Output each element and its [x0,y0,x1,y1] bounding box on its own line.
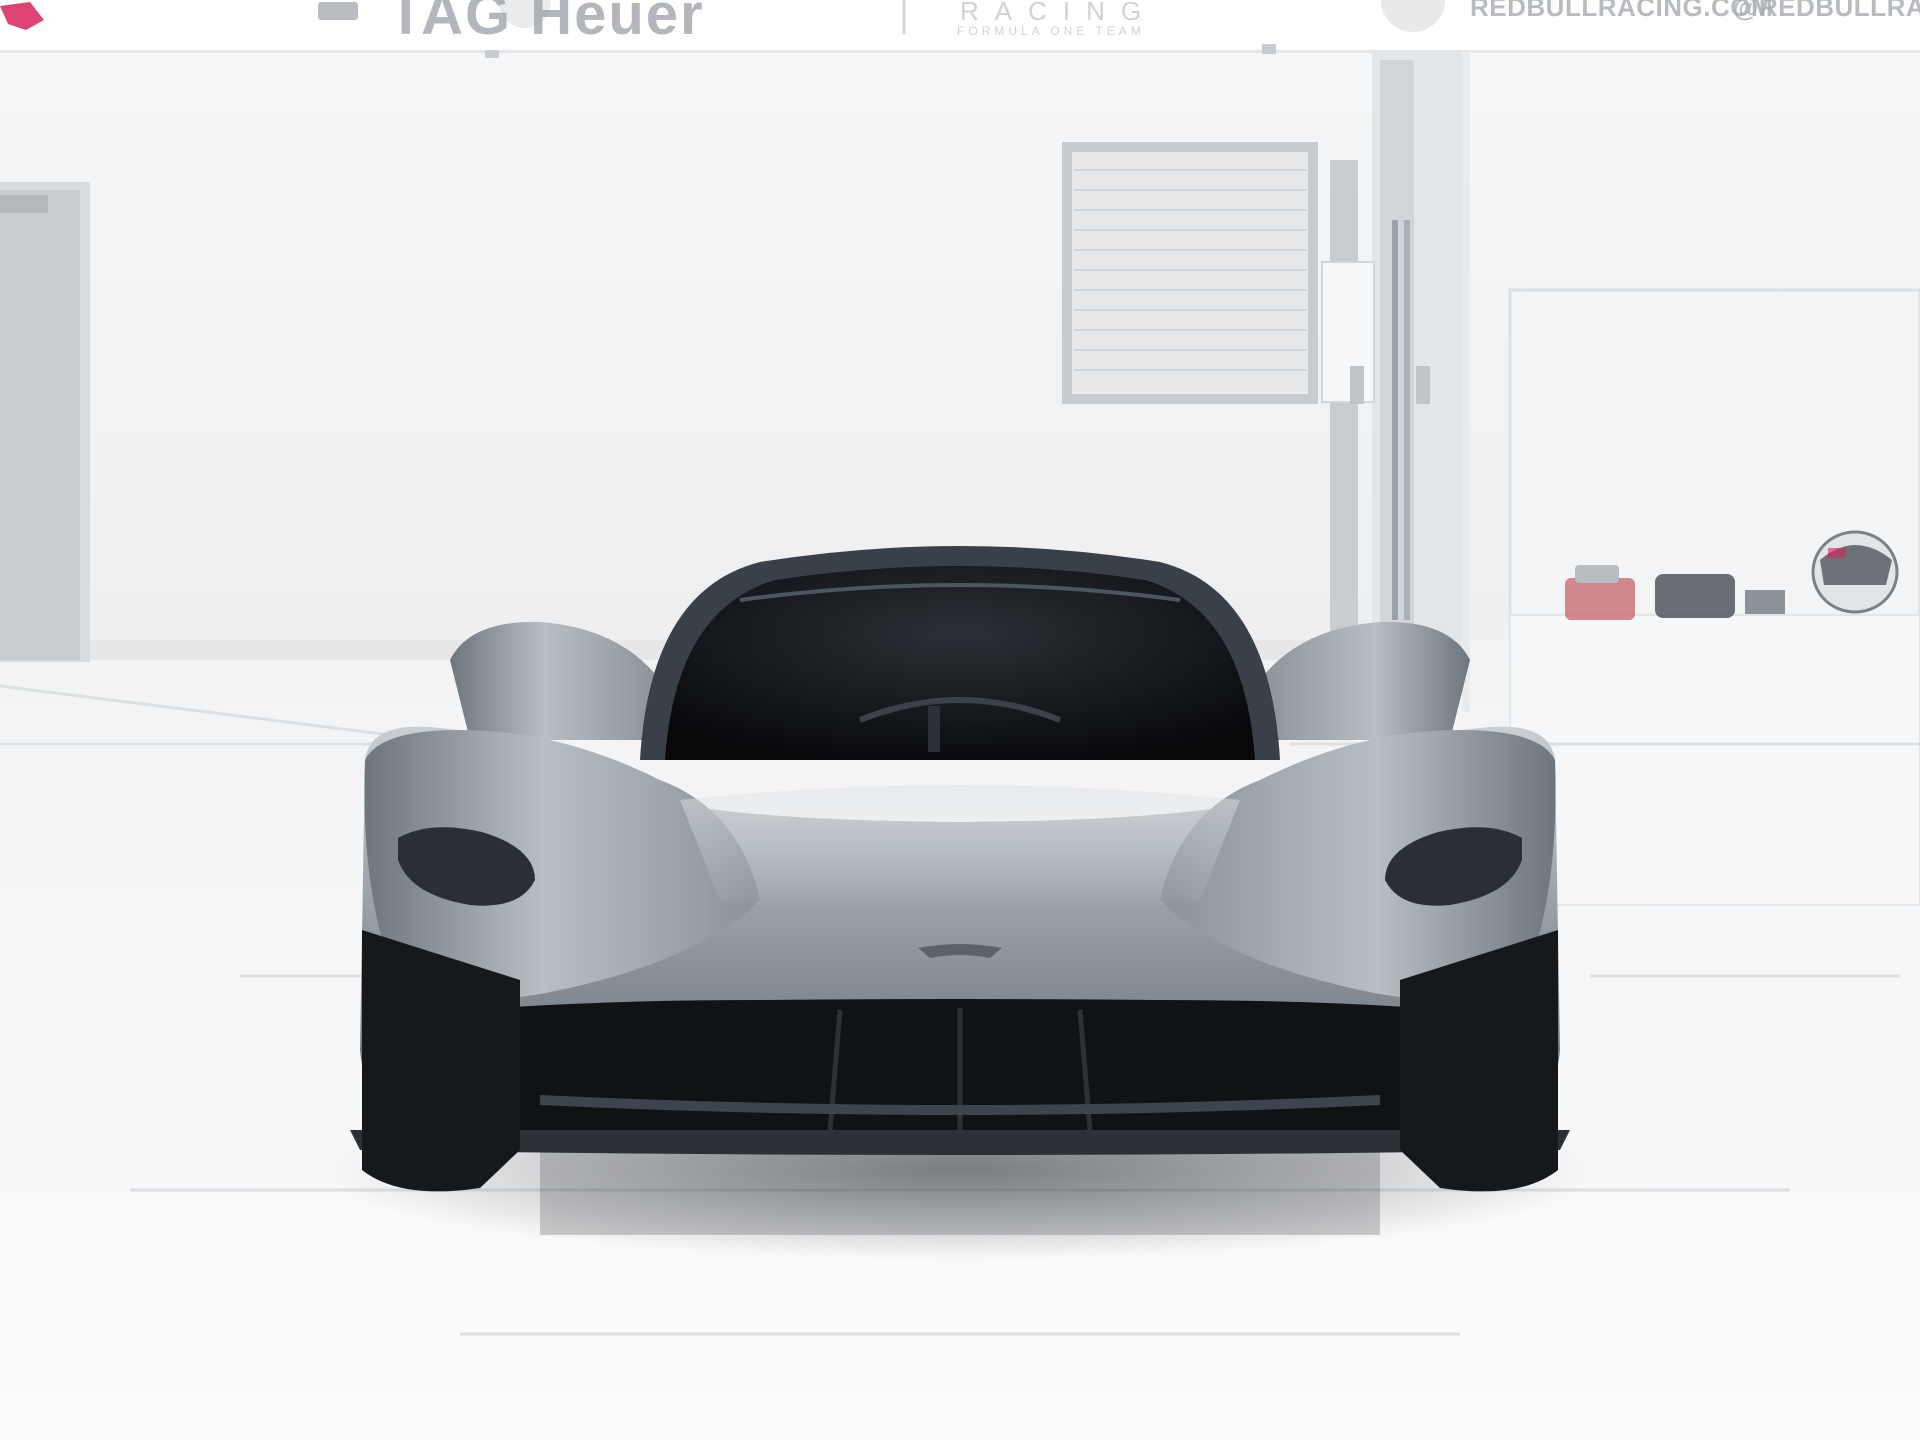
handle-banner-text: @REDBULLRACING [1733,0,1920,22]
website-banner-text: REDBULLRACING.COM [1470,0,1774,22]
photo-scene: TAG Heuer RACING FORMULA ONE TEAM REDBUL… [0,0,1920,1440]
team-banner-text: RACING [960,0,1158,26]
display-plinth [1509,614,1920,906]
team-banner-subtext: FORMULA ONE TEAM [957,24,1145,38]
canopy-glass [665,566,1255,760]
front-splitter [350,1130,1570,1155]
sponsor-banner-text: TAG Heuer [388,0,705,47]
wall-box [1321,261,1375,403]
garage-photo [0,0,1920,1440]
hypercar [350,546,1570,1192]
sponsor-shield-logo [318,2,358,20]
hood-highlight [680,785,1240,915]
